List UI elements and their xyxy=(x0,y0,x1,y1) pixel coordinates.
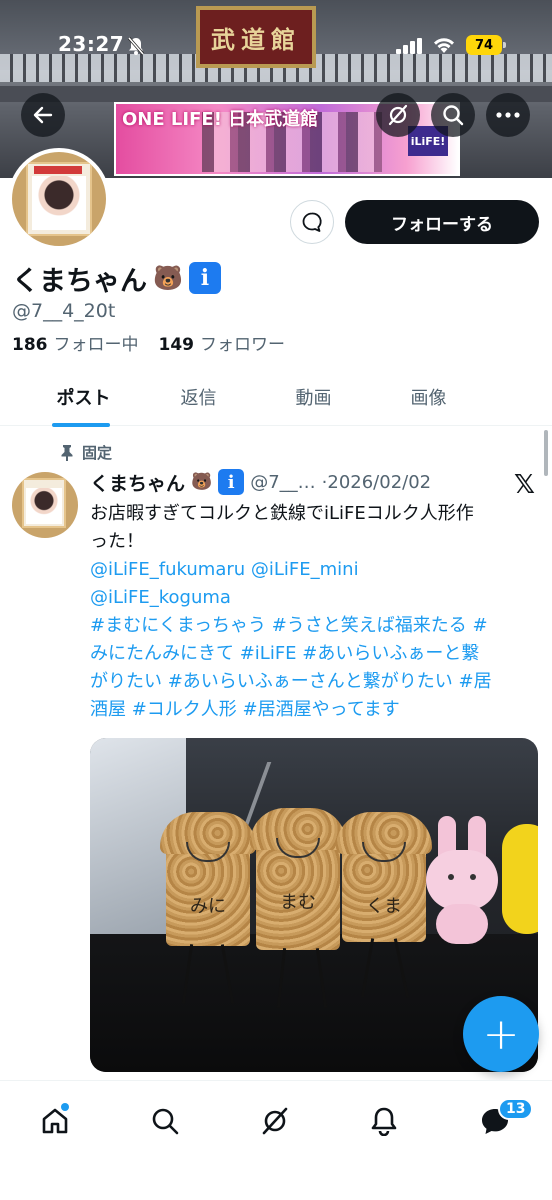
cork-doll-mini: みに xyxy=(160,812,256,946)
profile-banner[interactable]: 武道館 ONE LIFE! 日本武道館 iLiFE! xyxy=(0,0,552,178)
post-author-name[interactable]: くまちゃん xyxy=(90,469,185,496)
cork-label: くま xyxy=(366,896,402,917)
messages-badge: 13 xyxy=(498,1098,534,1120)
cork-label: みに xyxy=(190,896,226,917)
pinned-indicator: 固定 xyxy=(60,442,112,463)
post-author-handle[interactable]: @7__… xyxy=(250,472,315,493)
bunny-eye xyxy=(470,874,476,880)
more-options-button[interactable] xyxy=(486,93,530,137)
profile-avatar[interactable] xyxy=(8,148,110,250)
cork-doll-kuma: くま xyxy=(336,812,432,942)
tab-replies[interactable]: 返信 xyxy=(141,368,256,426)
followers-count: 149 xyxy=(158,335,195,355)
nav-home[interactable] xyxy=(33,1099,77,1143)
home-notification-dot xyxy=(61,1103,69,1111)
post-text-line: った！ xyxy=(90,531,144,552)
info-badge-icon[interactable]: i xyxy=(188,262,221,294)
tab-images[interactable]: 画像 xyxy=(371,368,486,426)
chat-bubble-icon xyxy=(302,212,322,232)
post-text-line: お店暇すぎてコルクと鉄線でiLiFEコルク人形作 xyxy=(90,503,474,524)
post-mentions[interactable]: @iLiFE_fukumaru @iLiFE_mini xyxy=(90,556,542,584)
post-hashtags[interactable]: #まむにくまっちゃう #うさと笑えば福来たる # xyxy=(90,612,542,640)
wifi-icon xyxy=(432,36,456,58)
back-button[interactable] xyxy=(21,93,65,137)
following-label: フォロー中 xyxy=(53,335,139,355)
post-author-emoji: 🐻 xyxy=(191,472,213,492)
cork-face xyxy=(186,842,230,862)
nav-grok[interactable] xyxy=(253,1099,297,1143)
display-name: くまちゃん xyxy=(12,265,147,297)
avatar-ribbon xyxy=(34,166,82,174)
silent-bell-icon xyxy=(127,36,145,60)
bear-emoji: 🐻 xyxy=(153,264,183,292)
poster-title: ONE LIFE! 日本武道館 xyxy=(122,109,319,130)
follow-stats: 186 フォロー中 149 フォロワー xyxy=(12,330,285,355)
more-icon xyxy=(496,112,520,118)
pin-icon xyxy=(61,444,73,461)
cork-face xyxy=(362,842,406,862)
avatar-photo xyxy=(32,176,86,230)
tab-posts[interactable]: ポスト xyxy=(26,368,141,427)
cellular-signal-icon xyxy=(396,38,422,58)
profile-page: 武道館 ONE LIFE! 日本武道館 iLiFE! 23:27 74 フォロー… xyxy=(0,0,552,1200)
post-hashtags[interactable]: 酒屋 #コルク人形 #居酒屋やってます xyxy=(90,696,542,724)
search-icon xyxy=(443,105,464,126)
nav-search[interactable] xyxy=(143,1099,187,1143)
status-bar: 23:27 74 xyxy=(0,30,552,64)
search-icon xyxy=(152,1108,179,1135)
bunny-figure xyxy=(426,816,498,944)
pinned-label: 固定 xyxy=(82,444,113,462)
grok-icon xyxy=(388,104,408,126)
post-mentions[interactable]: @iLiFE_koguma xyxy=(90,584,542,612)
post-header: くまちゃん 🐻 i @7__… ·2026/02/02 xyxy=(90,466,520,498)
scrollbar[interactable] xyxy=(544,430,548,476)
post-info-badge-icon: i xyxy=(218,469,245,495)
back-arrow-icon xyxy=(33,106,53,124)
cork-label: まむ xyxy=(280,892,316,913)
post-date[interactable]: ·2026/02/02 xyxy=(322,472,431,493)
status-time: 23:27 xyxy=(58,32,125,56)
post-hashtags[interactable]: みにたんみにきて #iLiFE #あいらいふぁーと繋 xyxy=(90,640,542,668)
grok-icon xyxy=(262,1107,288,1135)
message-button[interactable] xyxy=(290,200,334,244)
bunny-eye xyxy=(448,874,454,880)
compose-button[interactable]: + xyxy=(463,996,539,1072)
notifications-icon xyxy=(371,1107,397,1136)
following-count: 186 xyxy=(12,335,48,355)
tab-videos[interactable]: 動画 xyxy=(256,368,371,426)
post-avatar-photo xyxy=(26,488,62,524)
cork-face xyxy=(276,838,320,858)
post-body: お店暇すぎてコルクと鉄線でiLiFEコルク人形作 った！ @iLiFE_fuku… xyxy=(90,500,542,724)
yellow-figure xyxy=(502,824,538,934)
bunny-body xyxy=(436,904,488,944)
cork-doll-mamu: まむ xyxy=(250,808,346,950)
x-logo-icon: 𝕏 xyxy=(514,470,535,500)
bottom-navigation xyxy=(0,1080,552,1200)
profile-name-row: くまちゃん 🐻 i xyxy=(12,258,221,298)
post-author-avatar[interactable] xyxy=(12,472,78,538)
battery-indicator: 74 xyxy=(466,35,506,55)
search-button[interactable] xyxy=(431,93,475,137)
followers-stat[interactable]: 149 フォロワー xyxy=(159,330,286,355)
profile-handle: @7__4_20t xyxy=(12,300,116,322)
grok-button[interactable] xyxy=(376,93,420,137)
follow-button[interactable]: フォローする xyxy=(345,200,539,244)
bunny-head xyxy=(426,850,498,910)
nav-notifications[interactable] xyxy=(362,1099,406,1143)
post-hashtags[interactable]: がりたい #あいらいふぁーさんと繋がりたい #居 xyxy=(90,668,542,696)
followers-label: フォロワー xyxy=(200,335,285,355)
following-stat[interactable]: 186 フォロー中 xyxy=(12,330,139,355)
profile-tabs: ポスト 返信 動画 画像 xyxy=(0,368,552,427)
